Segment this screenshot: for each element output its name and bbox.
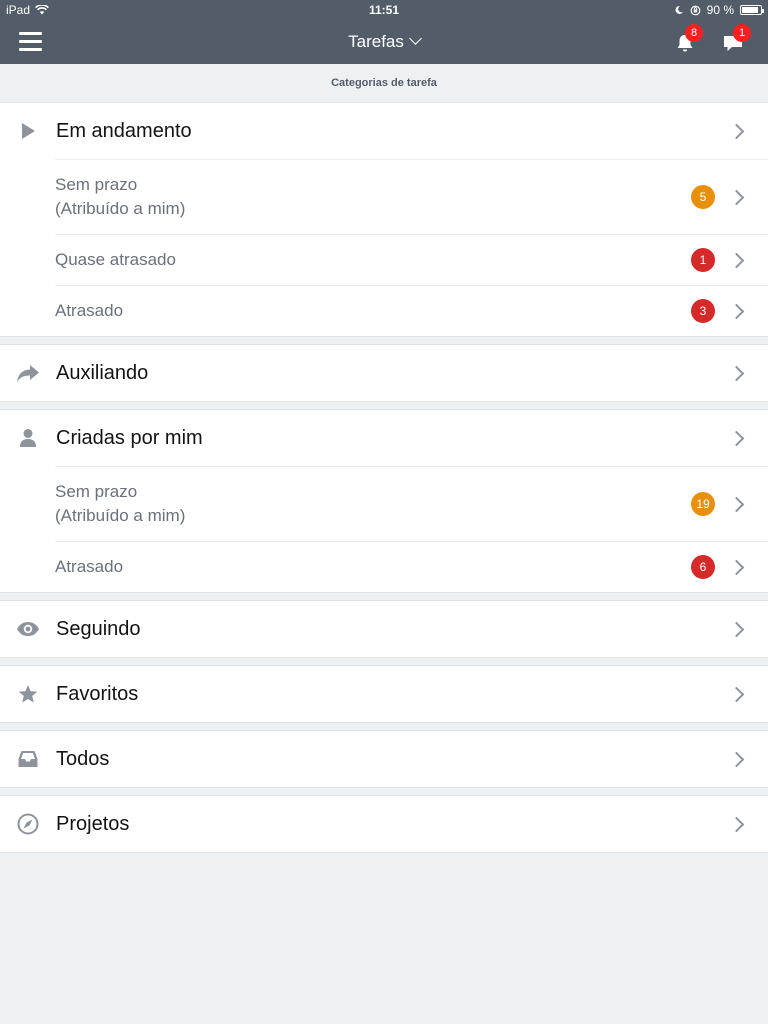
chevron-right-icon: [728, 303, 745, 319]
chevron-right-icon: [728, 686, 745, 702]
count-badge: 3: [691, 299, 715, 323]
category-favorites[interactable]: Favoritos: [0, 666, 768, 722]
battery-icon: [740, 5, 764, 15]
notifications-button[interactable]: 8: [672, 24, 703, 56]
task-category-list: Em andamento Sem prazo (Atribuído a mim)…: [0, 102, 768, 860]
inbox-icon: [18, 751, 38, 767]
chevron-right-icon: [728, 252, 745, 268]
count-badge: 19: [691, 492, 715, 516]
subcategory-sublabel: (Atribuído a mim): [55, 199, 186, 218]
chevron-down-icon: [409, 32, 422, 45]
page-title: Tarefas: [348, 32, 404, 51]
chevron-right-icon: [728, 816, 745, 832]
count-badge: 6: [691, 555, 715, 579]
moon-icon: [675, 5, 683, 14]
nav-title-dropdown[interactable]: Tarefas: [0, 32, 768, 52]
count-badge: 5: [691, 185, 715, 209]
group-favorites: Favoritos: [0, 665, 768, 723]
battery-level: [742, 7, 758, 13]
category-label: Favoritos: [56, 682, 139, 705]
category-label: Criadas por mim: [56, 426, 203, 449]
chevron-right-icon: [728, 430, 745, 446]
rotation-lock-icon: [690, 5, 701, 15]
category-in-progress[interactable]: Em andamento: [0, 103, 768, 159]
group-in-progress: Em andamento Sem prazo (Atribuído a mim)…: [0, 102, 768, 337]
eye-icon: [17, 622, 39, 636]
compass-icon: [17, 813, 39, 835]
clock: 11:51: [368, 3, 400, 17]
subcategory-no-deadline[interactable]: Sem prazo (Atribuído a mim) 19: [55, 466, 768, 541]
subcategory-no-deadline[interactable]: Sem prazo (Atribuído a mim) 5: [55, 159, 768, 234]
star-icon: [18, 685, 38, 703]
status-bar: iPad 11:51 90 %: [0, 0, 768, 20]
category-projects[interactable]: Projetos: [0, 796, 768, 852]
chevron-right-icon: [728, 496, 745, 512]
battery-percent: 90 %: [706, 3, 734, 17]
subcategory-label: Sem prazo: [55, 175, 138, 194]
subcategory-label: Atrasado: [55, 301, 124, 320]
notifications-badge: 8: [685, 24, 703, 42]
subcategory-label: Sem prazo: [55, 482, 138, 501]
chevron-right-icon: [728, 123, 745, 139]
group-projects: Projetos: [0, 795, 768, 853]
chevron-right-icon: [728, 189, 745, 205]
subcategory-sublabel: (Atribuído a mim): [55, 506, 186, 525]
person-icon: [20, 429, 36, 447]
chevron-right-icon: [728, 621, 745, 637]
category-label: Auxiliando: [56, 361, 149, 384]
category-label: Todos: [56, 747, 110, 770]
category-following[interactable]: Seguindo: [0, 601, 768, 657]
category-label: Em andamento: [56, 119, 192, 142]
chevron-right-icon: [728, 751, 745, 767]
subcategory-label: Quase atrasado: [55, 250, 176, 269]
messages-badge: 1: [733, 24, 751, 42]
chevron-right-icon: [728, 365, 745, 381]
group-assisting: Auxiliando: [0, 344, 768, 402]
group-created-by-me: Criadas por mim Sem prazo (Atribuído a m…: [0, 409, 768, 593]
count-badge: 1: [691, 248, 715, 272]
category-label: Seguindo: [56, 617, 141, 640]
messages-button[interactable]: 1: [720, 24, 751, 56]
forward-arrow-icon: [17, 365, 39, 382]
nav-bar: Tarefas 8 1: [0, 20, 768, 64]
category-all[interactable]: Todos: [0, 731, 768, 787]
subcategory-label: Atrasado: [55, 557, 124, 576]
section-title: Categorias de tarefa: [331, 77, 437, 89]
group-following: Seguindo: [0, 600, 768, 658]
subcategory-overdue[interactable]: Atrasado 3: [55, 285, 768, 336]
chevron-right-icon: [728, 559, 745, 575]
category-created-by-me[interactable]: Criadas por mim: [0, 410, 768, 466]
subcategory-overdue[interactable]: Atrasado 6: [55, 541, 768, 592]
category-assisting[interactable]: Auxiliando: [0, 345, 768, 401]
subcategory-almost-overdue[interactable]: Quase atrasado 1: [55, 234, 768, 285]
play-icon: [22, 123, 35, 139]
category-label: Projetos: [56, 812, 130, 835]
group-all: Todos: [0, 730, 768, 788]
